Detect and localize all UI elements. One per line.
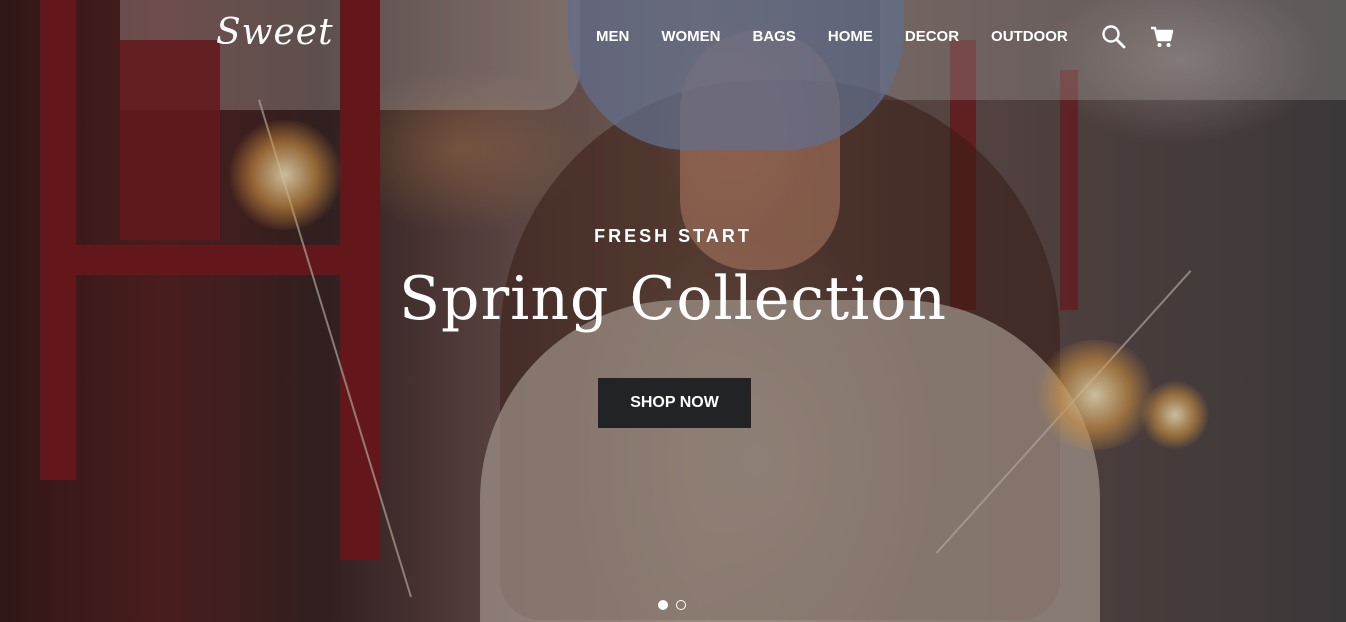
hero-eyebrow: FRESH START xyxy=(594,226,752,246)
nav-item-decor[interactable]: DECOR xyxy=(905,28,959,45)
hero-title: Spring Collection xyxy=(398,264,948,334)
nav-item-women[interactable]: WOMEN xyxy=(661,28,720,45)
slider-dot-1[interactable] xyxy=(658,600,668,610)
nav-item-bags[interactable]: BAGS xyxy=(753,28,796,45)
nav-item-home[interactable]: HOME xyxy=(828,28,873,45)
hero-slider: Sweet MEN WOMEN BAGS HOME DECOR OUTDOOR … xyxy=(0,0,1346,622)
slider-pagination xyxy=(658,600,686,610)
site-header: Sweet MEN WOMEN BAGS HOME DECOR OUTDOOR xyxy=(0,0,1346,76)
slider-dot-2[interactable] xyxy=(676,600,686,610)
nav-item-men[interactable]: MEN xyxy=(596,28,629,45)
main-nav: MEN WOMEN BAGS HOME DECOR OUTDOOR xyxy=(596,28,1100,45)
search-icon[interactable] xyxy=(1101,24,1127,50)
nav-item-outdoor[interactable]: OUTDOOR xyxy=(991,28,1068,45)
brand-logo[interactable]: Sweet xyxy=(216,12,334,53)
shop-now-button[interactable]: SHOP NOW xyxy=(598,378,751,428)
cart-icon[interactable] xyxy=(1149,24,1175,50)
